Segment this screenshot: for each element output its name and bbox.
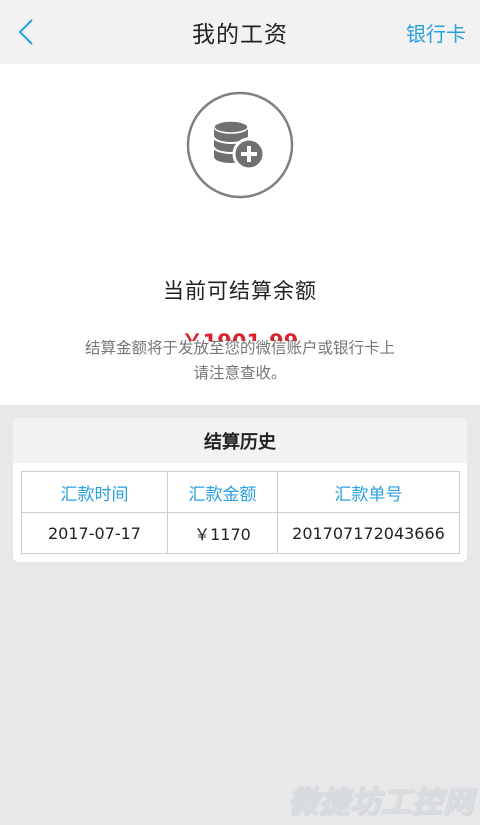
bank-card-link[interactable]: 银行卡 [406, 18, 466, 47]
balance-label: 当前可结算余额 [163, 279, 317, 303]
settlement-note-line1: 结算金额将于发放至您的微信账户或银行卡上 [84, 339, 395, 357]
watermark: 微捷坊工控网 [288, 785, 474, 821]
column-header-amount: 汇款金额 [167, 471, 278, 513]
cell-remit-number: 201707172043666 [277, 512, 460, 554]
column-header-time: 汇款时间 [21, 471, 168, 513]
nav-bar: 我的工资 银行卡 [0, 0, 480, 64]
table-row: 2017-07-17 ￥1170 201707172043666 [21, 512, 460, 554]
column-header-number: 汇款单号 [277, 471, 460, 513]
cell-remit-amount: ￥1170 [167, 512, 278, 554]
history-title: 结算历史 [13, 418, 467, 463]
settlement-history-card: 结算历史 汇款时间 汇款金额 汇款单号 2017-07-17 ￥1170 201… [13, 418, 467, 562]
chevron-left-icon[interactable] [14, 16, 42, 48]
history-table: 汇款时间 汇款金额 汇款单号 2017-07-17 ￥1170 20170717… [21, 471, 460, 554]
page-title: 我的工资 [192, 22, 288, 48]
table-header-row: 汇款时间 汇款金额 汇款单号 [21, 471, 460, 513]
cell-remit-time: 2017-07-17 [21, 512, 168, 554]
coins-plus-icon [186, 91, 294, 199]
settlement-note-line2: 请注意查收。 [193, 364, 287, 382]
